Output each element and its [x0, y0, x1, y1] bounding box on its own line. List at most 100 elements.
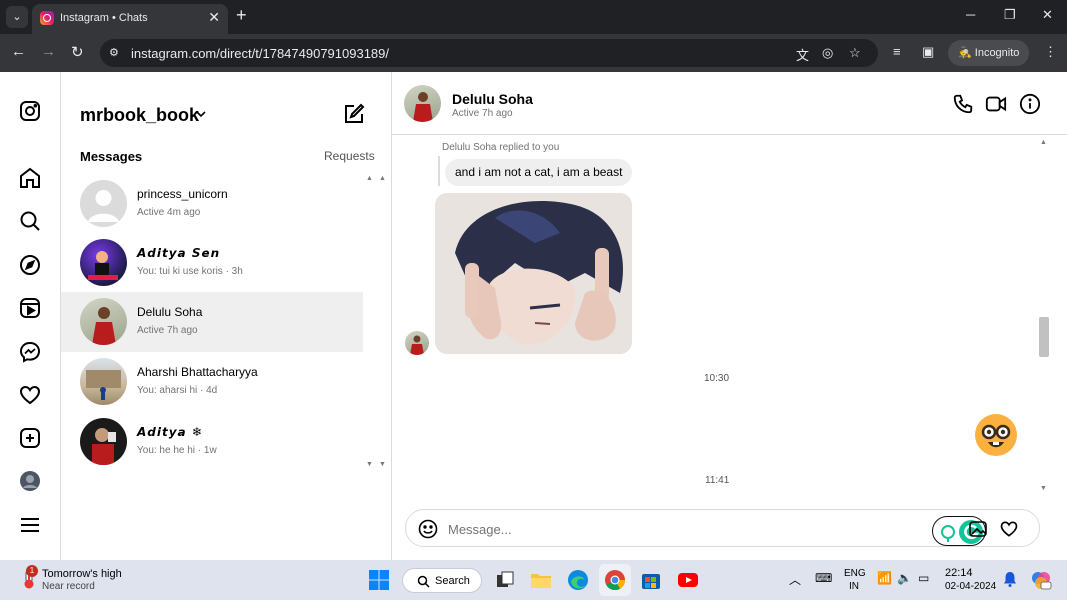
keyboard-icon[interactable]: ⌨ — [815, 571, 832, 585]
conversation-preview: You: aharsi hi · 4d — [137, 385, 218, 396]
search-icon[interactable] — [18, 209, 42, 233]
timestamp: 11:41 — [705, 475, 730, 486]
timestamp: 10:30 — [704, 373, 730, 384]
language-region[interactable]: IN — [849, 581, 859, 592]
clock-date[interactable]: 02-04-2024 — [945, 581, 996, 592]
address-bar[interactable]: ⚙ instagram.com/direct/t/178474907910931… — [100, 39, 878, 67]
incognito-indicator[interactable]: 🕵 Incognito — [948, 40, 1030, 66]
messages-heading: Messages — [80, 149, 143, 164]
restore-icon[interactable]: ❐ — [1004, 7, 1016, 23]
contact-avatar[interactable] — [404, 85, 441, 122]
info-icon[interactable] — [1019, 93, 1041, 115]
battery-icon[interactable]: ▭ — [918, 571, 929, 585]
video-call-icon[interactable] — [985, 93, 1007, 115]
new-tab-icon[interactable]: + — [236, 5, 247, 26]
sticker-image[interactable] — [435, 193, 632, 354]
conversation-item[interactable]: Aharshi Bhattacharyya You: aharsi hi · 4… — [61, 352, 363, 412]
contact-name[interactable]: Delulu Soha — [452, 91, 533, 107]
nerd-face-emoji-icon[interactable] — [974, 413, 1018, 457]
reply-indicator-bar — [438, 156, 440, 186]
explore-icon[interactable] — [18, 253, 42, 277]
site-info-icon[interactable]: ⚙ — [109, 46, 123, 60]
reels-icon[interactable] — [18, 296, 42, 320]
scroll-up-icon[interactable]: ▲ — [366, 175, 373, 182]
wifi-icon[interactable]: 📶 — [877, 571, 892, 585]
contact-status: Active 7h ago — [452, 108, 513, 119]
windows-start-icon[interactable] — [368, 569, 390, 591]
notifications-heart-icon[interactable] — [18, 383, 42, 407]
side-panel-icon[interactable]: ▣ — [922, 44, 934, 60]
chat-scrollbar[interactable]: ▲ ▼ — [1037, 135, 1051, 496]
youtube-icon[interactable] — [677, 569, 699, 591]
back-icon[interactable]: ← — [11, 43, 26, 60]
scroll-down-icon[interactable]: ▼ — [366, 461, 373, 468]
taskbar-search[interactable]: Search — [402, 568, 482, 593]
language-code[interactable]: ENG — [844, 568, 866, 579]
create-icon[interactable] — [18, 426, 42, 450]
weather-subtitle[interactable]: Near record — [42, 581, 95, 592]
window-close-icon[interactable]: ✕ — [1042, 7, 1053, 23]
conversation-name: 𝘼𝙙𝙞𝙩𝙮𝙖 ❄ — [137, 425, 203, 439]
browser-tab-instagram[interactable]: Instagram • Chats ✕ — [32, 4, 228, 34]
conversation-item[interactable]: 𝘼𝙙𝙞𝙩𝙮𝙖 𝙎𝙚𝙣 You: tui ki use koris · 3h — [61, 233, 363, 293]
avatar — [80, 180, 127, 227]
nav-rail — [0, 72, 61, 560]
reload-icon[interactable]: ↻ — [71, 43, 84, 61]
weather-alert-badge: 1 — [26, 565, 38, 577]
minimize-icon[interactable]: ─ — [966, 7, 975, 22]
conversation-name: 𝘼𝙙𝙞𝙩𝙮𝙖 𝙎𝙚𝙣 — [137, 246, 221, 260]
microsoft-store-icon[interactable] — [640, 569, 662, 591]
browser-menu-icon[interactable]: ⋮ — [1044, 44, 1057, 60]
avatar — [80, 358, 127, 405]
more-menu-icon[interactable] — [18, 513, 42, 537]
quoted-message-bubble[interactable]: and i am not a cat, i am a beast — [445, 159, 633, 186]
clock-time[interactable]: 22:14 — [945, 567, 973, 579]
translate-icon[interactable]: 文 — [796, 45, 809, 64]
emoji-picker-icon[interactable] — [418, 519, 438, 539]
notification-bell-icon[interactable] — [1001, 570, 1019, 588]
requests-link[interactable]: Requests — [324, 149, 375, 163]
avatar — [80, 418, 127, 465]
audio-call-icon[interactable] — [952, 93, 974, 115]
tab-close-icon[interactable]: ✕ — [208, 9, 220, 26]
tracking-protection-icon[interactable]: ◎ — [822, 45, 833, 61]
like-heart-icon[interactable] — [999, 519, 1019, 539]
home-icon[interactable] — [18, 166, 42, 190]
instagram-logo-icon[interactable] — [18, 99, 42, 123]
list-scrollbar[interactable]: ▲ ▲ ▼ ▼ — [364, 175, 390, 471]
conversation-name: princess_unicorn — [137, 187, 228, 201]
weather-title[interactable]: Tomorrow's high — [42, 568, 122, 580]
conversation-list-panel: mrbook_book Messages Requests princess_u… — [61, 72, 392, 560]
file-explorer-icon[interactable] — [530, 569, 552, 591]
scroll-up-icon[interactable]: ▲ — [379, 175, 386, 182]
conversation-item-selected[interactable]: Delulu Soha Active 7h ago — [61, 292, 363, 352]
scroll-down-icon[interactable]: ▼ — [1040, 485, 1047, 492]
scroll-down-icon[interactable]: ▼ — [379, 461, 386, 468]
image-upload-icon[interactable] — [968, 519, 988, 539]
messenger-icon[interactable] — [18, 340, 42, 364]
tab-search-button[interactable]: ⌄ — [6, 6, 28, 28]
scroll-thumb[interactable] — [1039, 317, 1049, 357]
copilot-icon[interactable] — [1030, 569, 1052, 591]
search-icon — [417, 575, 430, 588]
chrome-browser-icon[interactable] — [604, 569, 626, 591]
url-text[interactable]: instagram.com/direct/t/17847490791093189… — [131, 46, 389, 61]
new-message-icon[interactable] — [342, 102, 366, 126]
bookmark-star-icon[interactable]: ☆ — [849, 45, 861, 61]
task-view-icon[interactable] — [494, 569, 516, 591]
conversation-item[interactable]: 𝘼𝙙𝙞𝙩𝙮𝙖 ❄ You: he he hi · 1w — [61, 412, 363, 472]
account-name[interactable]: mrbook_book — [80, 105, 199, 126]
tray-overflow-icon[interactable]: ︿ — [789, 571, 801, 588]
message-composer — [405, 509, 1040, 547]
message-input[interactable] — [448, 516, 908, 542]
chat-panel: Delulu Soha Active 7h ago Delulu Soha re… — [392, 72, 1067, 560]
profile-avatar-icon[interactable] — [18, 469, 42, 493]
volume-icon[interactable]: 🔈 — [897, 571, 912, 585]
chevron-down-icon[interactable] — [195, 108, 207, 120]
reading-list-icon[interactable]: ≡ — [893, 44, 901, 59]
scroll-up-icon[interactable]: ▲ — [1040, 139, 1047, 146]
edge-browser-icon[interactable] — [567, 569, 589, 591]
forward-icon[interactable]: → — [41, 43, 56, 60]
taskbar-search-label: Search — [435, 575, 470, 587]
conversation-item[interactable]: princess_unicorn Active 4m ago — [61, 174, 363, 234]
